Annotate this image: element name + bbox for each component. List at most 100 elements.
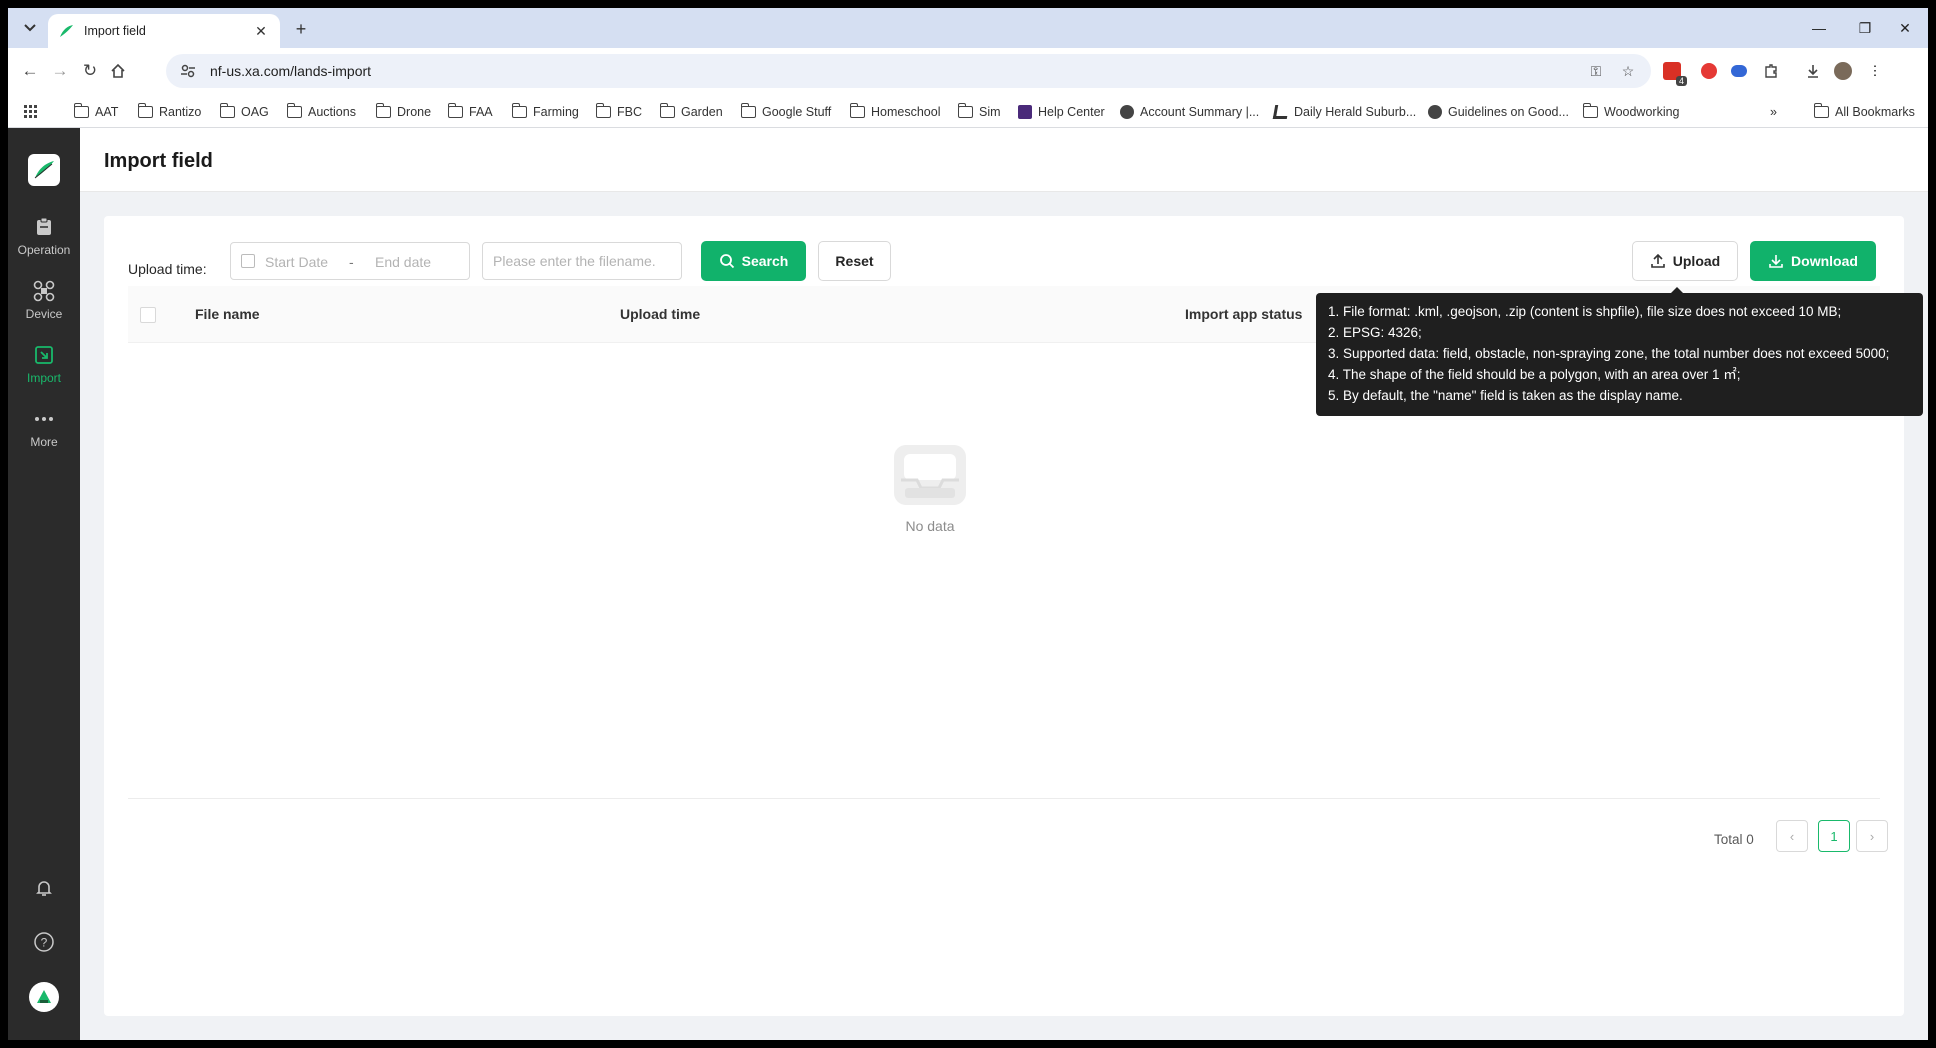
empty-state: No data <box>880 442 980 534</box>
bookmarks-bar: AAT Rantizo OAG Auctions Drone FAA Farmi… <box>8 94 1928 128</box>
notification-bell-icon[interactable] <box>32 876 56 900</box>
page-number-button[interactable]: 1 <box>1818 820 1850 852</box>
tooltip-line: 2. EPSG: 4326; <box>1328 325 1422 340</box>
import-icon <box>35 346 53 364</box>
tooltip-line: 4. The shape of the field should be a po… <box>1328 367 1741 382</box>
sidebar: Operation Device Import More ? <box>8 128 80 1040</box>
bookmark-item[interactable]: Garden <box>659 102 723 122</box>
browser-chrome: Import field ✕ + — ❐ ✕ ← → ↻ nf-us.xa.co… <box>8 8 1928 128</box>
bookmark-item[interactable]: FBC <box>595 102 642 122</box>
more-icon <box>35 417 53 421</box>
pagination-total: Total 0 <box>1714 832 1754 847</box>
extension-blue-icon[interactable] <box>1728 60 1750 82</box>
folder-icon <box>137 103 153 118</box>
password-key-icon[interactable]: ⚿ <box>1586 61 1606 81</box>
svg-text:?: ? <box>41 936 48 950</box>
bookmark-item[interactable]: Google Stuff <box>740 102 831 122</box>
forward-icon[interactable]: → <box>46 57 74 85</box>
search-button[interactable]: Search <box>701 241 806 281</box>
app-logo[interactable] <box>28 154 60 186</box>
downloads-icon[interactable] <box>1802 60 1824 82</box>
upload-icon <box>1650 253 1666 269</box>
empty-inbox-icon <box>894 445 966 505</box>
column-header-upload-time: Upload time <box>620 306 701 322</box>
extension-red-icon[interactable]: 4 <box>1661 60 1687 86</box>
extensions-puzzle-icon[interactable] <box>1760 60 1782 82</box>
column-header-import-status: Import app status <box>1185 306 1303 322</box>
sidebar-item-operation[interactable]: Operation <box>8 216 80 272</box>
user-avatar[interactable] <box>29 982 59 1012</box>
reset-button[interactable]: Reset <box>818 241 891 281</box>
upload-requirements-tooltip: 1. File format: .kml, .geojson, .zip (co… <box>1316 287 1923 416</box>
bookmark-item[interactable]: FAA <box>447 102 493 122</box>
folder-icon <box>595 103 611 118</box>
folder-icon <box>1813 103 1829 118</box>
bookmark-star-icon[interactable]: ☆ <box>1618 61 1638 81</box>
bookmark-item[interactable]: OAG <box>219 102 269 122</box>
leaf-favicon-icon <box>60 25 73 37</box>
bookmark-item[interactable]: Homeschool <box>849 102 940 122</box>
download-button[interactable]: Download <box>1750 241 1876 281</box>
start-date-input[interactable]: Start Date <box>265 254 328 270</box>
bookmark-item[interactable]: Sim <box>957 102 1001 122</box>
url-text[interactable]: nf-us.xa.com/lands-import <box>210 63 371 79</box>
prev-page-button[interactable]: ‹ <box>1776 820 1808 852</box>
download-icon <box>1768 253 1784 269</box>
bookmark-item[interactable]: Drone <box>375 102 431 122</box>
folder-icon <box>849 103 865 118</box>
minimize-icon[interactable]: — <box>1796 8 1842 48</box>
extension-shield-icon[interactable] <box>1698 60 1720 82</box>
tab-search-icon[interactable] <box>18 16 42 40</box>
next-page-button[interactable]: › <box>1856 820 1888 852</box>
bookmark-item[interactable]: Rantizo <box>137 102 201 122</box>
app-root: Operation Device Import More ? Import fi… <box>8 128 1928 1040</box>
drone-icon <box>33 280 55 302</box>
globe-icon <box>1120 105 1134 119</box>
close-window-icon[interactable]: ✕ <box>1882 8 1928 48</box>
page-header: Import field <box>80 128 1928 192</box>
tooltip-line: 3. Supported data: field, obstacle, non-… <box>1328 346 1890 361</box>
date-separator: - <box>349 254 354 270</box>
date-range-picker[interactable]: Start Date - End date <box>230 242 470 280</box>
bookmark-item[interactable]: Guidelines on Good... <box>1428 102 1569 122</box>
site-info-icon[interactable] <box>180 63 196 79</box>
bookmark-item[interactable]: Daily Herald Suburb... <box>1272 102 1416 122</box>
tab-import-field[interactable]: Import field ✕ <box>48 14 280 48</box>
sidebar-item-import[interactable]: Import <box>8 344 80 400</box>
bookmark-item[interactable]: Account Summary |... <box>1120 102 1259 122</box>
folder-icon <box>659 103 675 118</box>
upload-button[interactable]: Upload <box>1632 241 1738 281</box>
reload-icon[interactable]: ↻ <box>76 57 104 85</box>
home-icon[interactable] <box>104 57 132 85</box>
folder-icon <box>1582 103 1598 118</box>
bookmark-item[interactable]: AAT <box>73 102 118 122</box>
folder-icon <box>511 103 527 118</box>
pagination-divider <box>128 798 1880 799</box>
browser-menu-icon[interactable]: ⋮ <box>1864 60 1886 82</box>
folder-icon <box>957 103 973 118</box>
more-bookmarks-icon[interactable]: » <box>1770 102 1777 122</box>
help-icon[interactable]: ? <box>32 930 56 954</box>
calendar-icon <box>241 254 255 268</box>
bookmark-item[interactable]: Woodworking <box>1582 102 1680 122</box>
select-all-checkbox[interactable] <box>140 307 156 323</box>
close-tab-icon[interactable]: ✕ <box>252 23 270 40</box>
folder-icon <box>375 103 391 118</box>
profile-avatar-icon[interactable] <box>1832 60 1854 82</box>
bookmark-item[interactable]: Auctions <box>286 102 356 122</box>
back-icon[interactable]: ← <box>16 57 44 85</box>
filename-search-input[interactable] <box>482 242 682 280</box>
sidebar-item-more[interactable]: More <box>8 408 80 464</box>
apps-grid-icon[interactable] <box>24 102 38 122</box>
end-date-input[interactable]: End date <box>375 254 431 270</box>
folder-icon <box>73 103 89 118</box>
all-bookmarks[interactable]: All Bookmarks <box>1813 102 1915 122</box>
bookmark-item[interactable]: Farming <box>511 102 579 122</box>
address-bar[interactable]: nf-us.xa.com/lands-import ⚿ ☆ <box>166 54 1651 88</box>
clipboard-icon <box>37 217 51 235</box>
bookmark-item[interactable]: Help Center <box>1018 102 1105 122</box>
new-tab-icon[interactable]: + <box>290 18 312 40</box>
sidebar-item-device[interactable]: Device <box>8 280 80 336</box>
folder-icon <box>219 103 235 118</box>
column-header-file-name: File name <box>195 306 260 322</box>
